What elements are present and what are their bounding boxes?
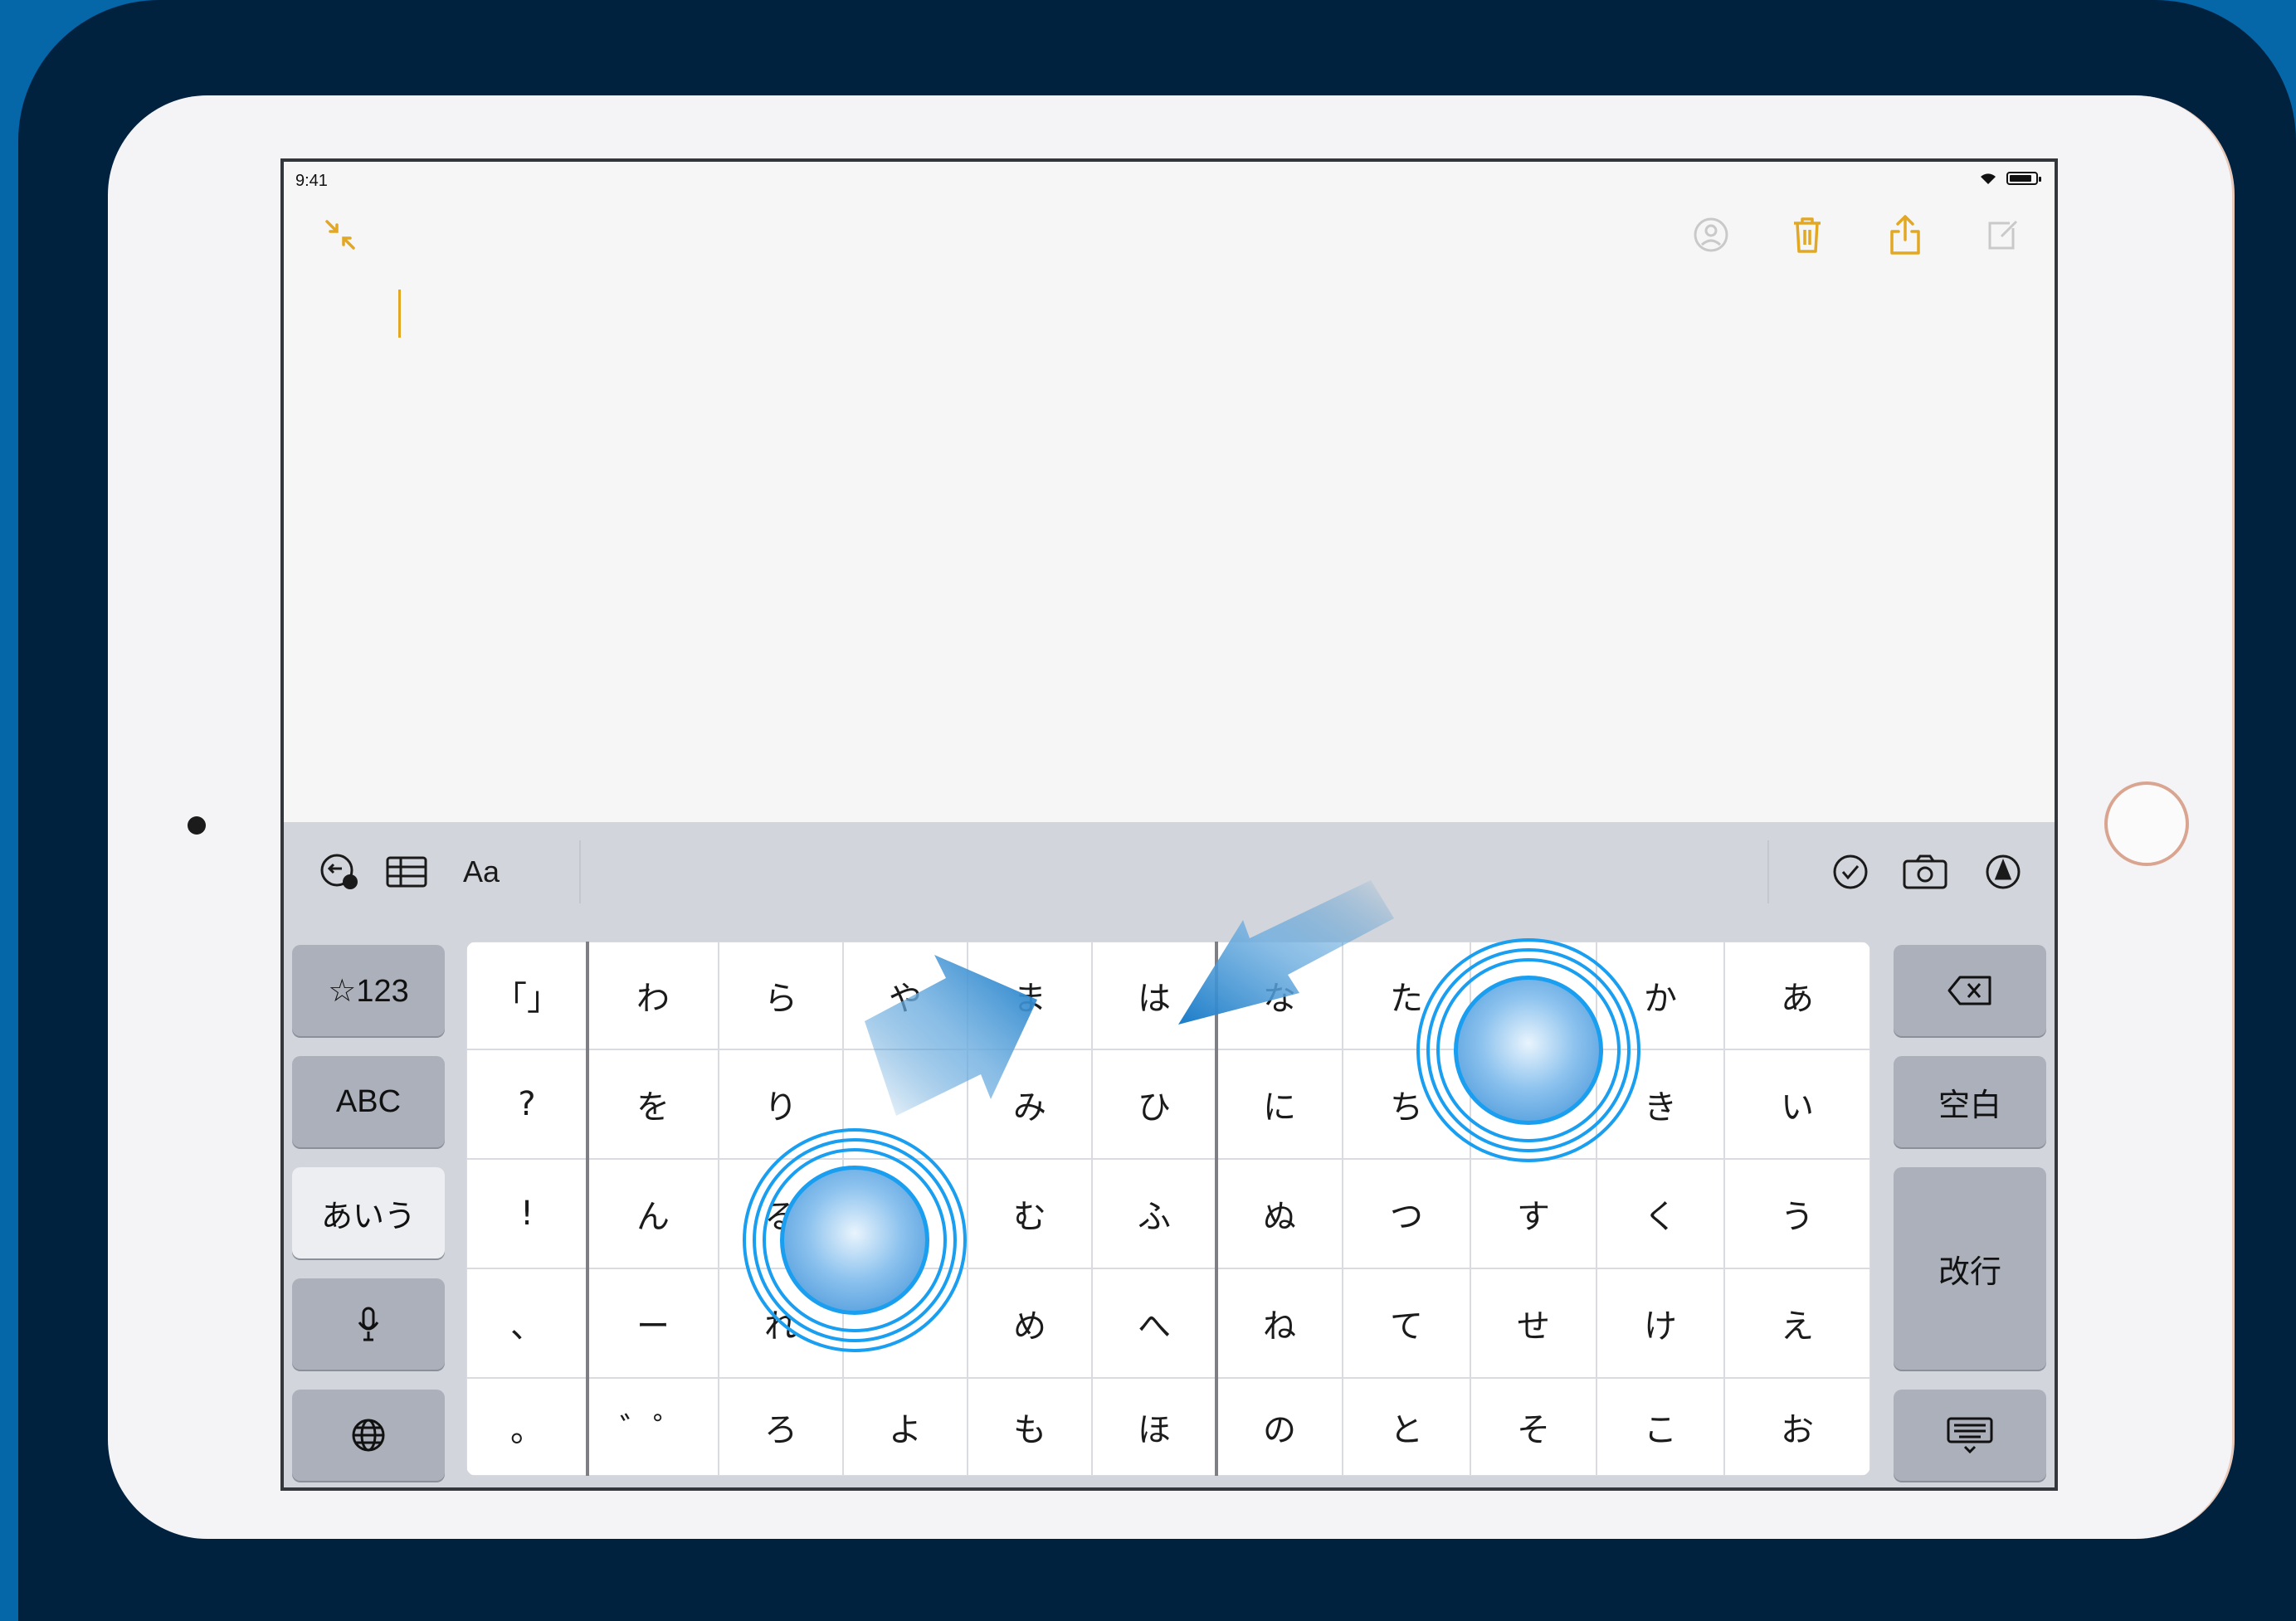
touch-point-left <box>743 1128 967 1352</box>
pinch-arrows <box>865 880 1394 1116</box>
arrow-left-icon <box>1178 880 1394 1025</box>
front-camera <box>188 816 206 835</box>
home-button[interactable] <box>2104 781 2189 866</box>
ipad-screen: 9:41 Aa ☆123 ABC あいう 空白 改行 「」 ? ! 、 。 わ … <box>280 158 2058 1491</box>
touch-point-right <box>1416 938 1640 1162</box>
arrow-right-icon <box>865 955 1037 1116</box>
